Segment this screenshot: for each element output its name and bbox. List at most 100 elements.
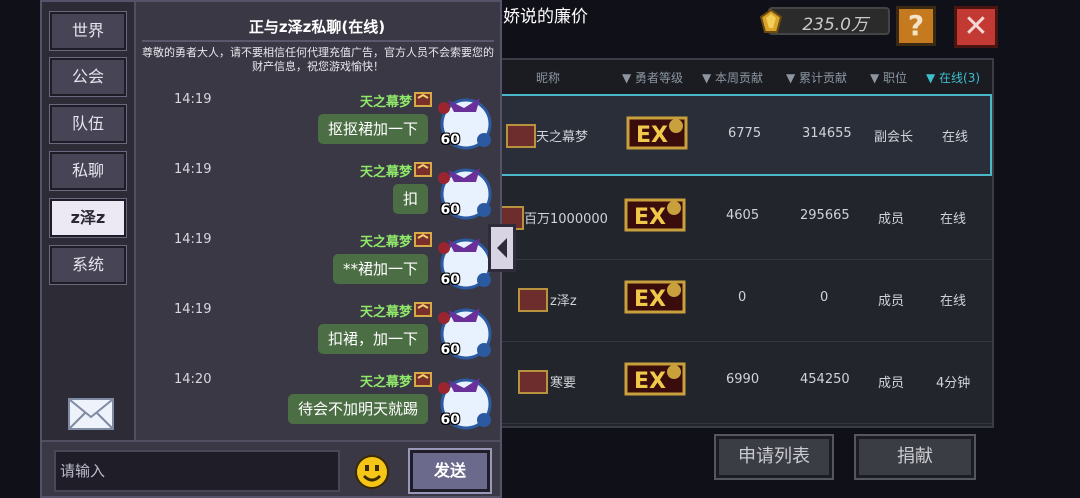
rank-badge-icon xyxy=(414,302,432,317)
member-name: z泽z xyxy=(550,294,577,309)
column-label: 职位 xyxy=(883,71,908,85)
total-contribution: 314655 xyxy=(802,126,852,141)
help-button[interactable]: ? xyxy=(896,6,936,46)
rank-badge-icon xyxy=(414,232,432,247)
tab-contact-zzez[interactable]: z泽z xyxy=(49,198,127,238)
message-sender[interactable]: 天之幕梦 xyxy=(360,371,412,390)
total-contribution: 295665 xyxy=(800,208,850,223)
table-row[interactable]: 天之幕梦 EX 6775 314655 副会长 在线 xyxy=(498,94,992,176)
divider xyxy=(42,440,500,442)
total-contribution: 454250 xyxy=(800,372,850,387)
weekly-contribution: 0 xyxy=(738,290,747,305)
rank-badge-icon xyxy=(414,162,432,177)
rank-badge-icon xyxy=(518,370,548,394)
total-contribution: 0 xyxy=(820,290,829,305)
weekly-contribution: 4605 xyxy=(726,208,760,223)
table-row[interactable]: 百万1000000 EX 4605 295665 成员 在线 xyxy=(494,178,992,260)
column-header-name[interactable]: 昵称 xyxy=(536,69,560,86)
column-label: 勇者等级 xyxy=(635,71,684,85)
apply-list-button[interactable]: 申请列表 xyxy=(714,434,834,480)
member-name: 天之幕梦 xyxy=(536,130,589,145)
column-label: 累计贡献 xyxy=(799,71,848,85)
avatar-level: 60 xyxy=(440,412,460,428)
member-name: 百万1000000 xyxy=(524,212,608,227)
table-row[interactable]: 寒要 EX 6990 454250 成员 4分钟 xyxy=(498,342,992,424)
chat-message: 14:19 天之幕梦 抠抠裙加一下 60 xyxy=(138,88,494,158)
chat-tab-sidebar: 世界 公会 队伍 私聊 z泽z 系统 xyxy=(42,2,136,442)
close-button[interactable]: ✕ xyxy=(954,6,998,48)
weekly-contribution: 6775 xyxy=(728,126,762,141)
chat-message: 14:19 天之幕梦 扣裙，加一下 60 xyxy=(138,298,494,368)
donate-button[interactable]: 捐献 xyxy=(854,434,976,480)
tab-team[interactable]: 队伍 xyxy=(49,104,127,144)
divider xyxy=(142,40,494,42)
member-status: 在线 xyxy=(940,294,967,309)
rank-badge-icon xyxy=(414,92,432,107)
member-position: 成员 xyxy=(878,294,905,309)
member-position: 成员 xyxy=(878,212,905,227)
message-time: 14:20 xyxy=(174,372,212,387)
tab-world[interactable]: 世界 xyxy=(49,11,127,51)
chat-panel: 世界 公会 队伍 私聊 z泽z 系统 正与z泽z私聊(在线) 尊敬的勇者大人，请… xyxy=(40,0,502,498)
table-header: 昵称 ▼ 勇者等级 ▼ 本周贡献 ▼ 累计贡献 ▼ 职位 ▼ 在线(3) xyxy=(498,60,992,94)
safety-notice: 尊敬的勇者大人，请不要相信任何代理充值广告，官方人员不会索要您的财产信息，祝您游… xyxy=(142,46,494,73)
message-sender[interactable]: 天之幕梦 xyxy=(360,231,412,250)
member-position: 成员 xyxy=(878,376,905,391)
avatar-level: 60 xyxy=(440,342,460,358)
column-header-level[interactable]: ▼ 勇者等级 xyxy=(622,69,683,86)
svg-text:EX: EX xyxy=(634,205,666,230)
member-position: 副会长 xyxy=(874,130,914,145)
column-label: 本周贡献 xyxy=(715,71,764,85)
tab-private[interactable]: 私聊 xyxy=(49,151,127,191)
svg-text:EX: EX xyxy=(634,369,666,394)
ex-level-icon: EX xyxy=(624,362,686,396)
message-bubble[interactable]: 扣裙，加一下 xyxy=(317,324,428,354)
message-bubble[interactable]: **裙加一下 xyxy=(332,254,428,284)
table-row[interactable]: z泽z EX 0 0 成员 在线 xyxy=(498,260,992,342)
svg-text:EX: EX xyxy=(636,123,668,148)
chat-message: 14:19 天之幕梦 扣 60 xyxy=(138,158,494,228)
member-status: 在线 xyxy=(942,130,969,145)
avatar-level: 60 xyxy=(440,272,460,288)
message-bubble[interactable]: 待会不加明天就踢 xyxy=(287,394,428,424)
message-bubble[interactable]: 扣 xyxy=(392,184,428,214)
column-header-position[interactable]: ▼ 职位 xyxy=(870,69,907,86)
collapse-arrow-icon[interactable] xyxy=(488,224,516,272)
chat-title: 正与z泽z私聊(在线) xyxy=(248,18,386,36)
ex-level-icon: EX xyxy=(626,116,688,150)
column-header-total[interactable]: ▼ 累计贡献 xyxy=(786,69,847,86)
member-status: 在线 xyxy=(940,212,967,227)
message-bubble[interactable]: 抠抠裙加一下 xyxy=(317,114,428,144)
message-time: 14:19 xyxy=(174,92,212,107)
message-time: 14:19 xyxy=(174,302,212,317)
send-button[interactable]: 发送 xyxy=(408,448,492,494)
message-sender[interactable]: 天之幕梦 xyxy=(360,91,412,110)
rank-badge-icon xyxy=(414,372,432,387)
tab-system[interactable]: 系统 xyxy=(49,245,127,285)
member-status: 4分钟 xyxy=(936,376,971,391)
message-time: 14:19 xyxy=(174,162,212,177)
message-sender[interactable]: 天之幕梦 xyxy=(360,161,412,180)
chat-input[interactable] xyxy=(54,450,340,492)
weekly-contribution: 6990 xyxy=(726,372,760,387)
member-name: 寒要 xyxy=(550,376,577,391)
emoji-icon[interactable] xyxy=(354,454,390,490)
message-time: 14:19 xyxy=(174,232,212,247)
message-sender[interactable]: 天之幕梦 xyxy=(360,301,412,320)
rank-badge-icon xyxy=(518,288,548,312)
tab-guild[interactable]: 公会 xyxy=(49,57,127,97)
rank-badge-icon xyxy=(506,124,536,148)
ex-level-icon: EX xyxy=(624,280,686,314)
avatar-level: 60 xyxy=(440,202,460,218)
gold-amount: 235.0万 xyxy=(802,15,868,35)
svg-text:EX: EX xyxy=(634,287,666,312)
guild-member-table: 昵称 ▼ 勇者等级 ▼ 本周贡献 ▼ 累计贡献 ▼ 职位 ▼ 在线(3) 天之幕… xyxy=(494,58,994,428)
avatar-level: 60 xyxy=(440,132,460,148)
mail-icon[interactable] xyxy=(67,397,115,431)
chat-message: 14:20 天之幕梦 待会不加明天就踢 60 xyxy=(138,368,494,438)
chat-message: 14:19 天之幕梦 **裙加一下 60 xyxy=(138,228,494,298)
column-header-online[interactable]: ▼ 在线(3) xyxy=(926,69,980,86)
column-label: 在线(3) xyxy=(939,71,981,85)
column-header-weekly[interactable]: ▼ 本周贡献 xyxy=(702,69,763,86)
ex-level-icon: EX xyxy=(624,198,686,232)
